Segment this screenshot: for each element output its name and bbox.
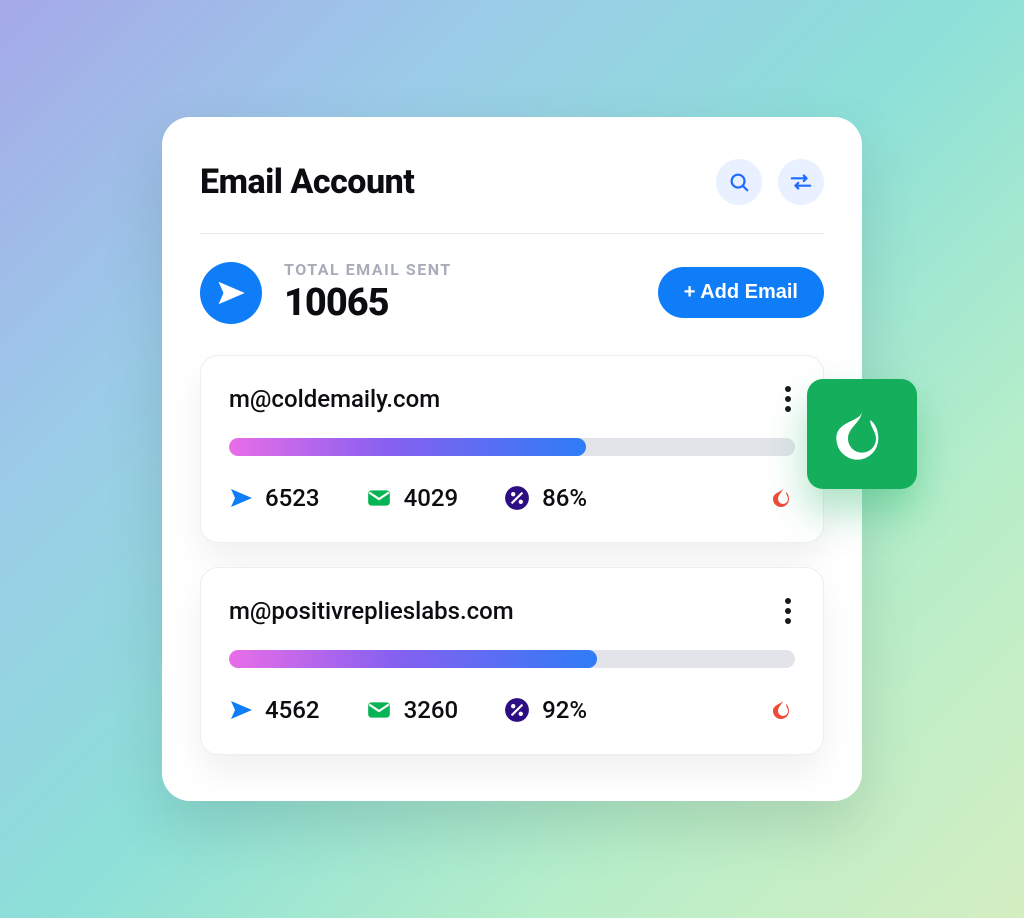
warmup-indicator[interactable] — [771, 485, 795, 511]
email-account-card: Email Account TOTAL EMAIL SENT — [162, 117, 862, 801]
rate-value: 92% — [542, 696, 587, 724]
dots-icon — [785, 608, 791, 614]
warmup-badge[interactable] — [807, 379, 917, 489]
account-card: m@positivreplieslabs.com 4562 3260 — [200, 567, 824, 755]
dots-icon — [785, 598, 791, 604]
total-value: 10065 — [284, 281, 636, 325]
header-actions — [716, 159, 824, 205]
account-header: m@positivreplieslabs.com — [229, 594, 795, 628]
flame-icon — [834, 406, 890, 462]
dots-icon — [785, 396, 791, 402]
dots-icon — [785, 406, 791, 412]
flame-icon — [771, 697, 795, 723]
opens-value: 4029 — [404, 484, 459, 512]
more-button[interactable] — [781, 382, 795, 416]
page-title: Email Account — [200, 162, 414, 202]
more-button[interactable] — [781, 594, 795, 628]
warmup-indicator[interactable] — [771, 697, 795, 723]
refresh-button[interactable] — [778, 159, 824, 205]
account-email: m@coldemaily.com — [229, 385, 440, 413]
send-icon — [229, 698, 253, 722]
stat-sent: 4562 — [229, 696, 320, 724]
search-icon — [728, 171, 750, 193]
rate-value: 86% — [542, 484, 587, 512]
dots-icon — [785, 618, 791, 624]
stat-rate: 92% — [504, 696, 587, 724]
dots-icon — [785, 386, 791, 392]
add-email-button[interactable]: + Add Email — [658, 267, 824, 318]
opens-value: 3260 — [404, 696, 459, 724]
stat-opens: 4029 — [366, 484, 459, 512]
total-sent-icon-wrap — [200, 262, 262, 324]
stats-row: 4562 3260 92% — [229, 696, 795, 724]
progress-fill — [229, 650, 597, 668]
add-email-label: + Add Email — [684, 281, 798, 304]
search-button[interactable] — [716, 159, 762, 205]
send-icon — [229, 486, 253, 510]
stat-rate: 86% — [504, 484, 587, 512]
total-text: TOTAL EMAIL SENT 10065 — [284, 260, 636, 325]
total-label: TOTAL EMAIL SENT — [284, 260, 636, 279]
progress-bar — [229, 650, 795, 668]
flame-icon — [771, 485, 795, 511]
divider — [200, 233, 824, 234]
progress-bar — [229, 438, 795, 456]
sent-value: 6523 — [265, 484, 320, 512]
mail-icon — [366, 485, 392, 511]
mail-icon — [366, 697, 392, 723]
percent-icon — [504, 485, 530, 511]
refresh-icon — [790, 171, 812, 193]
stat-sent: 6523 — [229, 484, 320, 512]
account-card: m@coldemaily.com 6523 4029 — [200, 355, 824, 543]
sent-value: 4562 — [265, 696, 320, 724]
progress-fill — [229, 438, 586, 456]
stat-opens: 3260 — [366, 696, 459, 724]
account-email: m@positivreplieslabs.com — [229, 597, 514, 625]
card-header: Email Account — [200, 159, 824, 205]
send-icon — [216, 278, 246, 308]
total-row: TOTAL EMAIL SENT 10065 + Add Email — [200, 260, 824, 325]
percent-icon — [504, 697, 530, 723]
account-list: m@coldemaily.com 6523 4029 — [200, 355, 824, 755]
stats-row: 6523 4029 86% — [229, 484, 795, 512]
account-header: m@coldemaily.com — [229, 382, 795, 416]
